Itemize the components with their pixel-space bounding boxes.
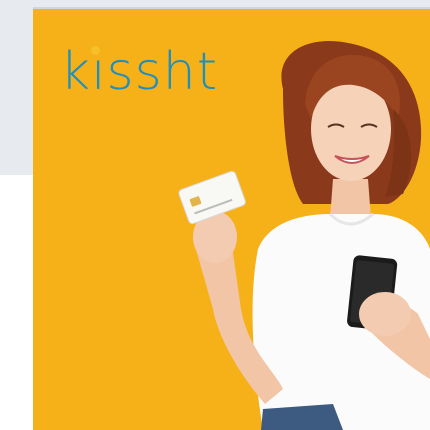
- logo-wordmark: kissht: [60, 42, 219, 102]
- promo-banner[interactable]: kissht: [33, 7, 430, 430]
- neck: [330, 179, 371, 219]
- kissht-logo: kissht: [60, 37, 250, 107]
- credit-card-icon: [178, 170, 246, 225]
- logo-dot-icon: [91, 46, 100, 55]
